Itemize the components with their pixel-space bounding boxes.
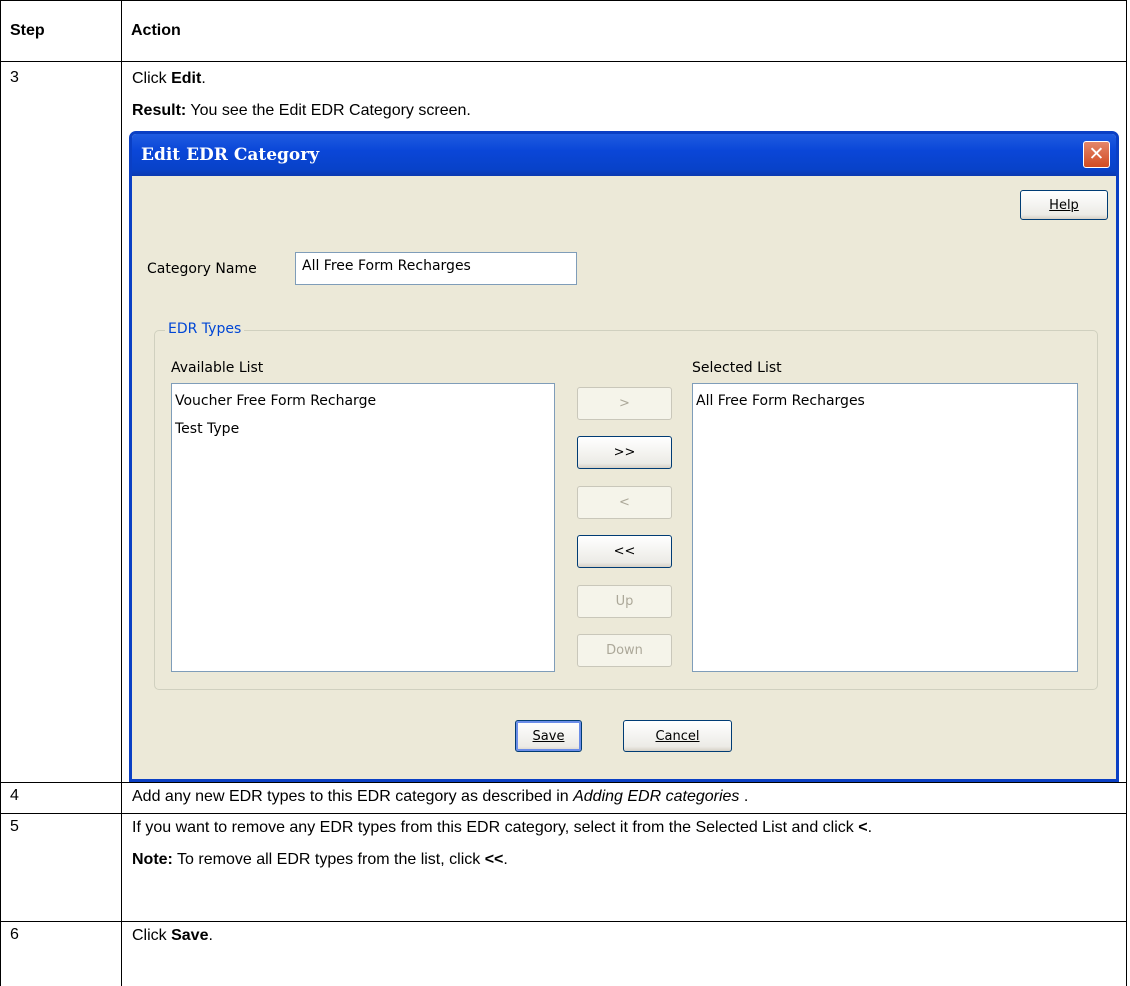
cancel-button[interactable]: Cancel: [623, 720, 732, 752]
category-name-label: Category Name: [147, 261, 257, 277]
edr-types-group-title: EDR Types: [165, 321, 245, 337]
move-all-left-button[interactable]: <<: [577, 535, 672, 568]
move-all-right-button[interactable]: >>: [577, 436, 672, 469]
selected-list[interactable]: All Free Form Recharges: [692, 383, 1078, 672]
available-list-label: Available List: [171, 360, 264, 376]
list-item[interactable]: Test Type: [175, 415, 554, 443]
step-number: 4: [10, 787, 19, 804]
result-line: Result: You see the Edit EDR Category sc…: [132, 102, 471, 119]
table-header-row: Step Action: [0, 0, 1127, 62]
up-button[interactable]: Up: [577, 585, 672, 618]
header-action: Action: [121, 0, 1127, 62]
step-number: 6: [10, 926, 19, 943]
help-button[interactable]: Help: [1020, 190, 1108, 220]
step-number: 5: [10, 818, 19, 835]
list-item[interactable]: Voucher Free Form Recharge: [175, 387, 554, 415]
table-row: 4 Add any new EDR types to this EDR cate…: [0, 782, 1127, 814]
table-row: 5 If you want to remove any EDR types fr…: [0, 813, 1127, 922]
procedure-table: Step Action 3 Click Edit. Result: You se…: [0, 0, 1127, 986]
action-line: Click Save.: [132, 927, 213, 944]
action-line: Click Edit.: [132, 70, 206, 87]
close-icon[interactable]: ✕: [1083, 141, 1110, 168]
category-name-field[interactable]: All Free Form Recharges: [295, 252, 577, 285]
save-button[interactable]: Save: [515, 720, 582, 752]
dialog-title: Edit EDR Category: [141, 145, 320, 165]
down-button[interactable]: Down: [577, 634, 672, 667]
header-step: Step: [0, 0, 122, 62]
table-row: 6 Click Save.: [0, 921, 1127, 986]
edit-edr-category-dialog: Edit EDR Category ✕ Help Category Name A…: [129, 131, 1119, 782]
move-one-left-button[interactable]: <: [577, 486, 672, 519]
selected-list-label: Selected List: [692, 360, 782, 376]
table-row: 3 Click Edit. Result: You see the Edit E…: [0, 61, 1127, 783]
step-number: 3: [10, 69, 19, 86]
list-item[interactable]: All Free Form Recharges: [696, 387, 1077, 415]
available-list[interactable]: Voucher Free Form Recharge Test Type: [171, 383, 555, 672]
move-one-right-button[interactable]: >: [577, 387, 672, 420]
action-line: If you want to remove any EDR types from…: [132, 819, 873, 836]
note-line: Note: To remove all EDR types from the l…: [132, 851, 508, 868]
action-line: Add any new EDR types to this EDR catego…: [132, 788, 749, 805]
dialog-titlebar: Edit EDR Category: [132, 134, 1116, 176]
